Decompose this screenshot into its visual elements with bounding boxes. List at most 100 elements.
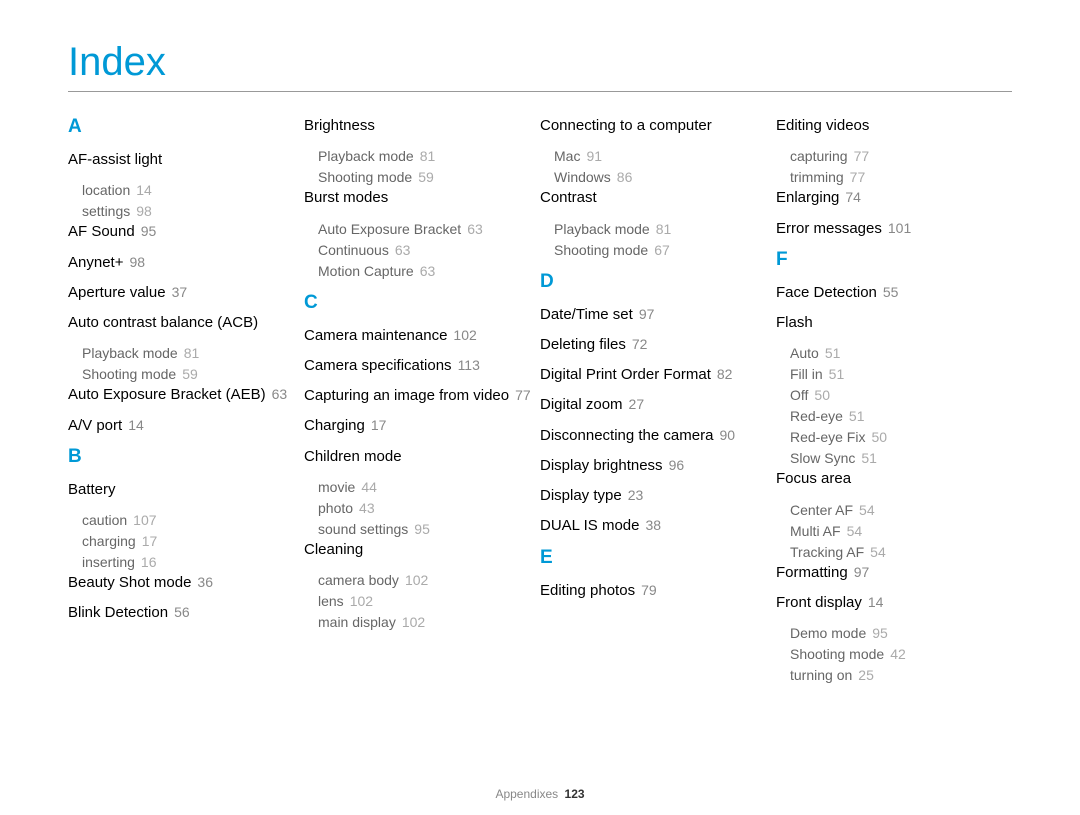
index-subentry: Red-eye Fix 50 bbox=[790, 427, 1012, 448]
index-subentry-label: Multi AF bbox=[790, 523, 841, 539]
index-entry-label: Deleting files bbox=[540, 336, 626, 353]
index-entry-page: 95 bbox=[141, 223, 157, 239]
index-subentry-label: Red-eye Fix bbox=[790, 429, 865, 445]
footer-page: 123 bbox=[565, 787, 585, 801]
index-subentry: Windows86 bbox=[554, 167, 776, 188]
index-entry-page: 36 bbox=[197, 574, 213, 590]
index-entry: Aperture value37 bbox=[68, 283, 304, 303]
index-entry: Focus area bbox=[776, 469, 1012, 489]
index-subentry: turning on 25 bbox=[790, 665, 1012, 686]
index-entry-label: Error messages bbox=[776, 220, 882, 237]
index-entry-page: 97 bbox=[854, 564, 870, 580]
index-entry-label: Camera specifications bbox=[304, 357, 452, 374]
index-entry-label: Auto contrast balance (ACB) bbox=[68, 314, 258, 331]
index-subentry: Shooting mode59 bbox=[82, 364, 304, 385]
index-entry-label: Blink Detection bbox=[68, 604, 168, 621]
index-entry-page: 102 bbox=[453, 327, 476, 343]
index-entry: DUAL IS mode38 bbox=[540, 516, 776, 536]
index-entry-label: Enlarging bbox=[776, 189, 839, 206]
index-entry-page: 97 bbox=[639, 306, 655, 322]
index-letter-heading: D bbox=[540, 271, 776, 293]
index-subentry-label: capturing bbox=[790, 148, 848, 164]
index-subentry-label: camera body bbox=[318, 572, 399, 588]
index-entry-label: Children mode bbox=[304, 448, 402, 465]
index-entry-label: Connecting to a computer bbox=[540, 117, 712, 134]
index-entry-page: 90 bbox=[719, 427, 735, 443]
index-entry-label: AF Sound bbox=[68, 223, 135, 240]
index-subentry: Motion Capture63 bbox=[318, 261, 540, 282]
index-subentry-label: Shooting mode bbox=[318, 169, 412, 185]
index-subentry: main display102 bbox=[318, 612, 540, 633]
index-subentry-label: charging bbox=[82, 533, 136, 549]
index-entry-label: A/V port bbox=[68, 417, 122, 434]
index-entry: Brightness bbox=[304, 116, 540, 136]
index-subentry-page: 63 bbox=[467, 221, 483, 237]
index-entry-label: Auto Exposure Bracket (AEB) bbox=[68, 386, 266, 403]
index-entry: Beauty Shot mode 36 bbox=[68, 573, 304, 593]
index-subentry-label: Windows bbox=[554, 169, 611, 185]
index-entry-page: 38 bbox=[646, 517, 662, 533]
index-entry: AF Sound 95 bbox=[68, 222, 304, 242]
index-subentry: Demo mode 95 bbox=[790, 623, 1012, 644]
index-entry-label: Battery bbox=[68, 481, 116, 498]
index-entry-page: 17 bbox=[371, 417, 387, 433]
index-entry-label: Face Detection bbox=[776, 284, 877, 301]
index-entry: Charging17 bbox=[304, 416, 540, 436]
index-entry: Connecting to a computer bbox=[540, 116, 776, 136]
index-entry-page: 96 bbox=[669, 457, 685, 473]
index-subentry-page: 17 bbox=[142, 533, 158, 549]
index-subentry: Continuous63 bbox=[318, 240, 540, 261]
index-entry: Battery bbox=[68, 480, 304, 500]
index-entry-page: 98 bbox=[129, 254, 145, 270]
index-column: Connecting to a computerMac91Windows86Co… bbox=[540, 116, 776, 686]
index-subentry-page: 25 bbox=[858, 667, 874, 683]
index-letter-heading: A bbox=[68, 116, 304, 138]
index-subentry-page: 54 bbox=[859, 502, 875, 518]
index-entry-label: Aperture value bbox=[68, 284, 166, 301]
page-title: Index bbox=[68, 40, 1012, 92]
index-subentry-page: 63 bbox=[420, 263, 436, 279]
index-entry: Front display14 bbox=[776, 593, 1012, 613]
index-subentry-page: 102 bbox=[350, 593, 373, 609]
index-entry: Display type23 bbox=[540, 486, 776, 506]
index-entry: Display brightness96 bbox=[540, 456, 776, 476]
index-subentry: charging 17 bbox=[82, 531, 304, 552]
index-entry: Camera maintenance102 bbox=[304, 326, 540, 346]
index-subentry: Mac91 bbox=[554, 146, 776, 167]
index-entry-label: Date/Time set bbox=[540, 306, 633, 323]
index-subentry-label: Center AF bbox=[790, 502, 853, 518]
index-subentry-page: 95 bbox=[872, 625, 888, 641]
index-subentry-label: Demo mode bbox=[790, 625, 866, 641]
index-subentry-label: Playback mode bbox=[554, 221, 650, 237]
index-subentry: Multi AF54 bbox=[790, 521, 1012, 542]
index-entry-label: Anynet+ bbox=[68, 254, 123, 271]
index-entry-label: Editing photos bbox=[540, 582, 635, 599]
index-subentry: inserting16 bbox=[82, 552, 304, 573]
index-entry-page: 101 bbox=[888, 220, 911, 236]
index-entry: A/V port14 bbox=[68, 416, 304, 436]
index-subentry: photo43 bbox=[318, 498, 540, 519]
index-letter-heading: F bbox=[776, 249, 1012, 271]
index-subentry: camera body102 bbox=[318, 570, 540, 591]
index-entry-label: Flash bbox=[776, 314, 813, 331]
index-subentry-page: 42 bbox=[890, 646, 906, 662]
index-subentry: sound settings95 bbox=[318, 519, 540, 540]
index-entry-label: Front display bbox=[776, 594, 862, 611]
index-subentry-label: Shooting mode bbox=[790, 646, 884, 662]
index-subentry-label: trimming bbox=[790, 169, 844, 185]
index-subentry-label: Continuous bbox=[318, 242, 389, 258]
index-subentry-page: 50 bbox=[871, 429, 887, 445]
index-subentry: Playback mode81 bbox=[318, 146, 540, 167]
index-subentry-page: 59 bbox=[418, 169, 434, 185]
index-subentry: lens102 bbox=[318, 591, 540, 612]
index-entry: Capturing an image from video77 bbox=[304, 386, 540, 406]
index-subentry-page: 44 bbox=[361, 479, 377, 495]
index-subentry-label: sound settings bbox=[318, 521, 408, 537]
index-entry-label: Beauty Shot mode bbox=[68, 574, 191, 591]
index-subentry-label: turning on bbox=[790, 667, 852, 683]
index-subentry-label: settings bbox=[82, 203, 130, 219]
index-entry-page: 82 bbox=[717, 366, 733, 382]
index-subentry-page: 77 bbox=[850, 169, 866, 185]
index-subentry-page: 51 bbox=[829, 366, 845, 382]
index-letter-heading: C bbox=[304, 292, 540, 314]
